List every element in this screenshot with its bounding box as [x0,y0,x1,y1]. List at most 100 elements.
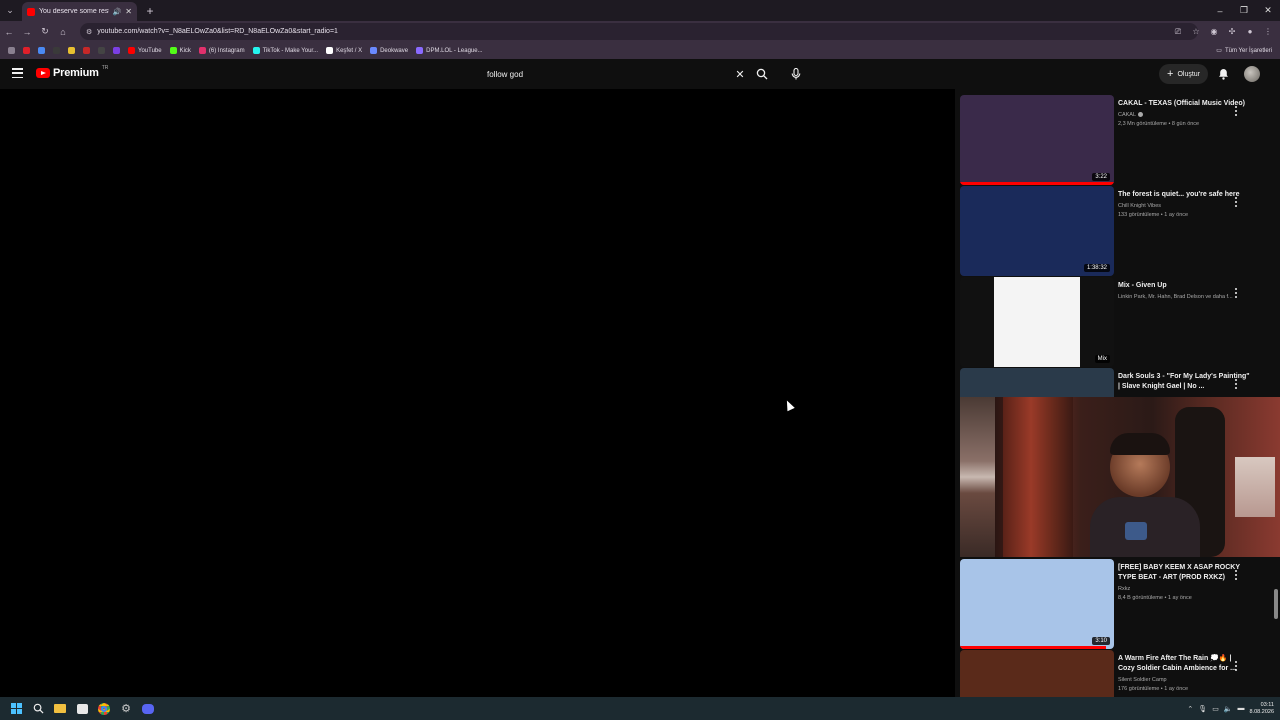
maximize-button[interactable]: ❐ [1232,0,1256,21]
channel-name-text: Rxkz [1118,586,1131,592]
battery-icon[interactable]: ▬ [1238,705,1245,712]
bookmark-item[interactable] [109,42,124,59]
bookmark-item[interactable]: Deokwave [366,42,412,59]
site-info-icon[interactable]: ⚙ [86,28,92,36]
bookmark-item[interactable]: Keşfet / X [322,42,366,59]
voice-search-button[interactable] [786,64,806,84]
more-options-icon[interactable] [1232,196,1240,208]
video-item[interactable]: 3:10 [FREE] BABY KEEM X ASAP ROCKY TYPE B… [960,559,1272,649]
avatar[interactable] [1244,66,1260,82]
bookmark-favicon-icon [252,47,260,54]
speaker-icon[interactable]: 🔊 [113,8,122,16]
bookmark-favicon-icon [370,47,378,54]
video-title[interactable]: The forest is quiet... you're safe here [1118,190,1250,200]
bookmark-item[interactable] [79,42,94,59]
country-code: TR [101,65,109,71]
more-options-icon[interactable] [1232,105,1240,117]
close-window-button[interactable]: ✕ [1256,0,1280,21]
bookmark-star-icon[interactable]: ☆ [1190,27,1202,36]
channel-name[interactable]: CAKAL [1118,112,1250,118]
channel-name-text: Silent Soldier Camp [1118,677,1167,683]
window-controls: – ❐ ✕ [1208,0,1280,21]
all-bookmarks[interactable]: ▭ Tüm Yer İşaretleri [1216,42,1272,59]
browser-menu-icon[interactable]: ⋮ [1262,27,1274,36]
bookmark-item[interactable]: (6) Instagram [195,42,249,59]
forward-button[interactable]: → [18,21,36,42]
youtube-premium-logo[interactable]: Premium TR [36,65,109,79]
search-button[interactable] [750,64,774,84]
video-title[interactable]: CAKAL - TEXAS (Official Music Video) [1118,99,1250,109]
clock[interactable]: 03:11 8.08.2026 [1250,702,1274,716]
bookmark-item[interactable]: Kick [166,42,195,59]
search-input[interactable]: follow god ✕ [477,64,750,84]
profile-icon[interactable]: ● [1244,27,1256,36]
bookmark-item[interactable] [19,42,34,59]
menu-icon[interactable] [12,68,23,78]
back-button[interactable]: ← [0,21,18,42]
video-title[interactable]: [FREE] BABY KEEM X ASAP ROCKY TYPE BEAT … [1118,563,1250,583]
clear-search-icon[interactable]: ✕ [731,68,749,81]
bookmark-item[interactable] [94,42,109,59]
video-item[interactable]: A Warm Fire After The Rain 💭🔥 | Cozy Sol… [960,650,1272,697]
new-tab-button[interactable]: + [143,4,157,18]
url-text: youtube.com/watch?v=_N8aELOwZa0&list=RD_… [97,28,338,35]
webcam-edge [960,397,995,557]
bookmark-item[interactable] [49,42,64,59]
channel-name[interactable]: Silent Soldier Camp [1118,677,1250,683]
tab-search-button[interactable]: ⌄ [0,0,20,21]
reload-button[interactable]: ↻ [36,21,54,42]
video-title[interactable]: Dark Souls 3 - "For My Lady's Painting" … [1118,372,1250,392]
video-item[interactable]: Mix Mix - Given Up Linkin Park, Mr. Hahn, … [960,277,1272,367]
video-thumbnail[interactable]: 1:38:32 [960,186,1114,276]
extensions-puzzle-icon[interactable]: ✣ [1226,27,1238,36]
video-item[interactable]: 3:22 CAKAL - TEXAS (Official Music Video)… [960,95,1272,185]
windows-start-icon[interactable] [5,697,27,720]
tab-title: You deserve some rest... [39,8,109,15]
video-thumbnail[interactable]: Mix [960,277,1114,367]
address-bar[interactable]: ⚙ youtube.com/watch?v=_N8aELOwZa0&list=R… [80,23,1198,40]
install-app-icon[interactable]: ⎚ [1172,27,1184,37]
browser-tab[interactable]: You deserve some rest... 🔊 ✕ [22,2,137,21]
create-button[interactable]: + Oluştur [1159,64,1208,84]
video-meta: Mix - Given Up Linkin Park, Mr. Hahn, Bra… [1118,281,1250,300]
bookmark-favicon-icon [53,47,60,54]
close-tab-icon[interactable]: ✕ [125,7,132,16]
volume-icon[interactable]: 🔈 [1224,705,1233,713]
chrome-icon[interactable] [93,697,115,720]
apps-icon[interactable] [4,42,19,59]
taskbar-search-icon[interactable] [27,697,49,720]
extension-icon[interactable]: ◉ [1208,27,1220,36]
bookmark-item[interactable] [34,42,49,59]
bookmark-favicon-icon [38,47,45,54]
discord-icon[interactable] [137,697,159,720]
video-item[interactable]: 1:38:32 The forest is quiet... you're saf… [960,186,1272,276]
file-explorer-icon[interactable] [49,697,71,720]
bookmark-label: DPM.LOL - League... [426,47,483,54]
store-icon[interactable] [71,697,93,720]
video-player[interactable] [0,89,955,697]
video-thumbnail[interactable] [960,650,1114,697]
channel-name[interactable]: Rxkz [1118,586,1250,592]
video-thumbnail[interactable]: 3:22 [960,95,1114,185]
mic-tray-icon[interactable]: 🎙 [1198,705,1207,713]
bookmark-item[interactable]: YouTube [124,42,166,59]
bookmark-item[interactable]: TikTok - Make Your... [249,42,322,59]
minimize-button[interactable]: – [1208,0,1232,21]
settings-gear-icon[interactable]: ⚙ [115,697,137,720]
video-title[interactable]: Mix - Given Up [1118,281,1250,291]
video-thumbnail[interactable]: 3:10 [960,559,1114,649]
more-options-icon[interactable] [1232,378,1240,390]
more-options-icon[interactable] [1232,660,1240,672]
channel-name[interactable]: Linkin Park, Mr. Hahn, Brad Delson ve da… [1118,294,1250,300]
video-title[interactable]: A Warm Fire After The Rain 💭🔥 | Cozy Sol… [1118,654,1250,674]
bookmark-item[interactable] [64,42,79,59]
scrollbar[interactable] [1272,89,1280,697]
network-icon[interactable]: ▭ [1212,705,1219,713]
more-options-icon[interactable] [1232,569,1240,581]
tray-chevron-icon[interactable]: ⌃ [1187,705,1193,713]
home-button[interactable]: ⌂ [54,21,72,42]
channel-name[interactable]: Chill Knight Vibes [1118,203,1250,209]
notifications-button[interactable] [1215,66,1231,82]
bookmark-item[interactable]: DPM.LOL - League... [412,42,486,59]
more-options-icon[interactable] [1232,287,1240,299]
